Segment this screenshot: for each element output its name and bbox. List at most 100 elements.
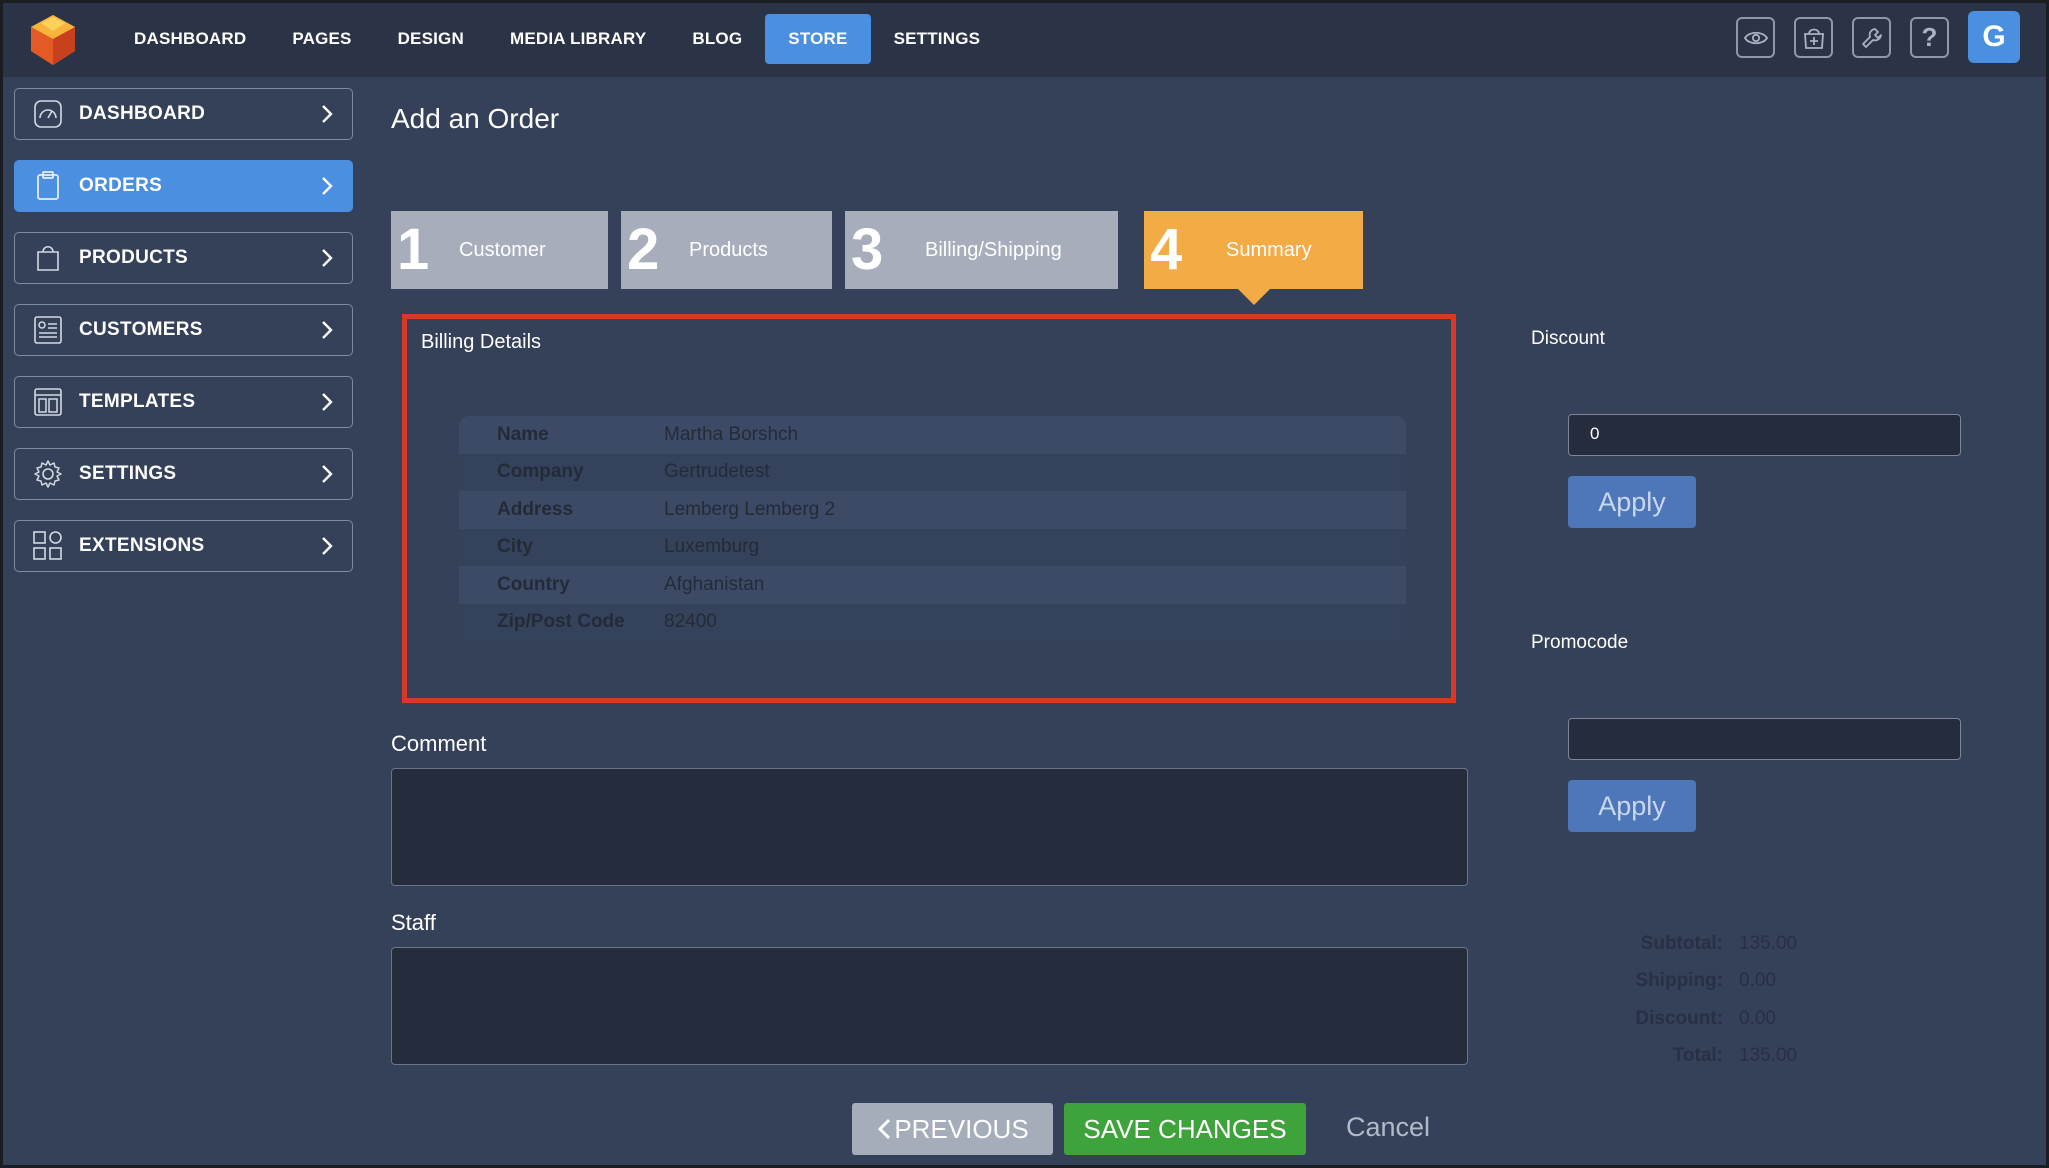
total-row: Total: 135.00 bbox=[1593, 1038, 1797, 1076]
billing-details-panel: Billing Details Name Martha Borshch Comp… bbox=[402, 314, 1456, 703]
contact-card-icon bbox=[33, 315, 63, 345]
nav-dashboard[interactable]: DASHBOARD bbox=[111, 14, 269, 64]
layout-icon bbox=[33, 387, 63, 417]
logo-icon[interactable] bbox=[25, 13, 81, 67]
nav-media-library[interactable]: MEDIA LIBRARY bbox=[487, 14, 669, 64]
total-label: Total: bbox=[1672, 1045, 1723, 1067]
gauge-icon bbox=[33, 99, 63, 129]
sidebar-item-orders[interactable]: ORDERS bbox=[14, 160, 353, 212]
chevron-right-icon bbox=[322, 465, 333, 483]
sidebar-item-label: EXTENSIONS bbox=[79, 535, 205, 556]
help-icon[interactable]: ? bbox=[1910, 17, 1949, 58]
table-row: Country Afghanistan bbox=[459, 566, 1406, 604]
comment-label: Comment bbox=[391, 731, 487, 756]
billing-key: Company bbox=[497, 461, 584, 483]
billing-value: Afghanistan bbox=[664, 573, 765, 595]
chevron-right-icon bbox=[322, 177, 333, 195]
staff-label: Staff bbox=[391, 910, 436, 935]
step-customer[interactable]: 1 Customer bbox=[391, 211, 608, 289]
subtotal-value: 135.00 bbox=[1739, 932, 1798, 954]
step-products[interactable]: 2 Products bbox=[621, 211, 832, 289]
table-row: Company Gertrudetest bbox=[459, 453, 1406, 491]
discount-label: Discount bbox=[1531, 328, 1605, 349]
top-icon-bar: ? G bbox=[1736, 11, 2020, 63]
gear-icon bbox=[33, 459, 63, 489]
sidebar-item-label: CUSTOMERS bbox=[79, 319, 203, 340]
table-row: City Luxemburg bbox=[459, 528, 1406, 566]
comment-textarea[interactable] bbox=[391, 768, 1468, 886]
app-window: DASHBOARD PAGES DESIGN MEDIA LIBRARY BLO… bbox=[3, 3, 2046, 1165]
sidebar-item-products[interactable]: PRODUCTS bbox=[14, 232, 353, 284]
chevron-right-icon bbox=[322, 105, 333, 123]
step-number: 4 bbox=[1150, 217, 1183, 282]
table-row: Name Martha Borshch bbox=[459, 416, 1406, 454]
discount-row: Discount: 0.00 bbox=[1593, 1000, 1797, 1038]
billing-key: Zip/Post Code bbox=[497, 611, 625, 633]
apply-discount-button[interactable]: Apply bbox=[1568, 476, 1696, 528]
step-label: Customer bbox=[459, 238, 546, 261]
cancel-link[interactable]: Cancel bbox=[1346, 1112, 1430, 1143]
billing-details-table: Name Martha Borshch Company Gertrudetest… bbox=[459, 416, 1406, 641]
chevron-left-icon bbox=[878, 1118, 891, 1140]
previous-label: PREVIOUS bbox=[894, 1113, 1029, 1144]
nav-blog[interactable]: BLOG bbox=[669, 14, 765, 64]
nav-design[interactable]: DESIGN bbox=[375, 14, 487, 64]
sidebar-item-extensions[interactable]: EXTENSIONS bbox=[14, 520, 353, 572]
top-navbar: DASHBOARD PAGES DESIGN MEDIA LIBRARY BLO… bbox=[3, 3, 2046, 77]
step-label: Products bbox=[689, 238, 768, 261]
billing-key: City bbox=[497, 536, 533, 558]
grid-icon bbox=[33, 531, 63, 561]
billing-value: Martha Borshch bbox=[664, 423, 799, 445]
chevron-right-icon bbox=[322, 537, 333, 555]
billing-value: Lemberg Lemberg 2 bbox=[664, 498, 836, 520]
sidebar-item-label: SETTINGS bbox=[79, 463, 177, 484]
shipping-row: Shipping: 0.00 bbox=[1593, 963, 1797, 1001]
save-changes-button[interactable]: SAVE CHANGES bbox=[1064, 1103, 1306, 1155]
subtotal-row: Subtotal: 135.00 bbox=[1593, 925, 1797, 963]
billing-key: Country bbox=[497, 573, 570, 595]
discount-total-value: 0.00 bbox=[1739, 1007, 1776, 1029]
wrench-icon[interactable] bbox=[1852, 17, 1891, 58]
table-row: Address Lemberg Lemberg 2 bbox=[459, 491, 1406, 529]
user-avatar[interactable]: G bbox=[1968, 11, 2020, 63]
billing-details-title: Billing Details bbox=[421, 331, 542, 353]
promocode-label: Promocode bbox=[1531, 632, 1629, 653]
apply-promocode-button[interactable]: Apply bbox=[1568, 780, 1696, 832]
subtotal-label: Subtotal: bbox=[1640, 932, 1723, 954]
billing-value: 82400 bbox=[664, 611, 717, 633]
step-number: 3 bbox=[851, 217, 884, 282]
sidebar-item-customers[interactable]: CUSTOMERS bbox=[14, 304, 353, 356]
previous-button[interactable]: PREVIOUS bbox=[852, 1103, 1053, 1155]
table-row: Zip/Post Code 82400 bbox=[459, 603, 1406, 641]
sidebar-item-label: TEMPLATES bbox=[79, 391, 196, 412]
staff-textarea[interactable] bbox=[391, 947, 1468, 1065]
promocode-input[interactable] bbox=[1568, 718, 1961, 760]
nav-store[interactable]: STORE bbox=[765, 14, 871, 64]
question-mark: ? bbox=[1921, 22, 1938, 52]
nav-pages[interactable]: PAGES bbox=[269, 14, 374, 64]
billing-value: Gertrudetest bbox=[664, 461, 770, 483]
top-nav-menu: DASHBOARD PAGES DESIGN MEDIA LIBRARY BLO… bbox=[111, 14, 1003, 64]
nav-settings[interactable]: SETTINGS bbox=[871, 14, 1004, 64]
sidebar-item-label: PRODUCTS bbox=[79, 247, 189, 268]
store-add-icon[interactable] bbox=[1794, 17, 1833, 58]
step-summary[interactable]: 4 Summary bbox=[1144, 211, 1363, 305]
order-wizard-steps: 1 Customer 2 Products 3 Billing/Shipping… bbox=[391, 211, 1376, 305]
step-label: Billing/Shipping bbox=[925, 238, 1062, 261]
chevron-right-icon bbox=[322, 393, 333, 411]
step-number: 2 bbox=[627, 217, 660, 282]
step-number: 1 bbox=[397, 217, 430, 282]
eye-icon[interactable] bbox=[1736, 17, 1775, 58]
order-totals: Subtotal: 135.00 Shipping: 0.00 Discount… bbox=[1593, 925, 1797, 1075]
step-billing-shipping[interactable]: 3 Billing/Shipping bbox=[845, 211, 1118, 289]
sidebar-item-settings[interactable]: SETTINGS bbox=[14, 448, 353, 500]
shipping-value: 0.00 bbox=[1739, 970, 1776, 992]
sidebar-item-templates[interactable]: TEMPLATES bbox=[14, 376, 353, 428]
sidebar-item-label: DASHBOARD bbox=[79, 103, 206, 124]
clipboard-icon bbox=[33, 171, 63, 201]
sidebar-item-dashboard[interactable]: DASHBOARD bbox=[14, 88, 353, 140]
discount-input[interactable]: 0 bbox=[1568, 414, 1961, 456]
sidebar: DASHBOARD ORDERS PRODUCTS CUSTOMERS TEMP… bbox=[14, 88, 353, 592]
sidebar-item-label: ORDERS bbox=[79, 175, 163, 196]
shipping-label: Shipping: bbox=[1635, 970, 1723, 992]
